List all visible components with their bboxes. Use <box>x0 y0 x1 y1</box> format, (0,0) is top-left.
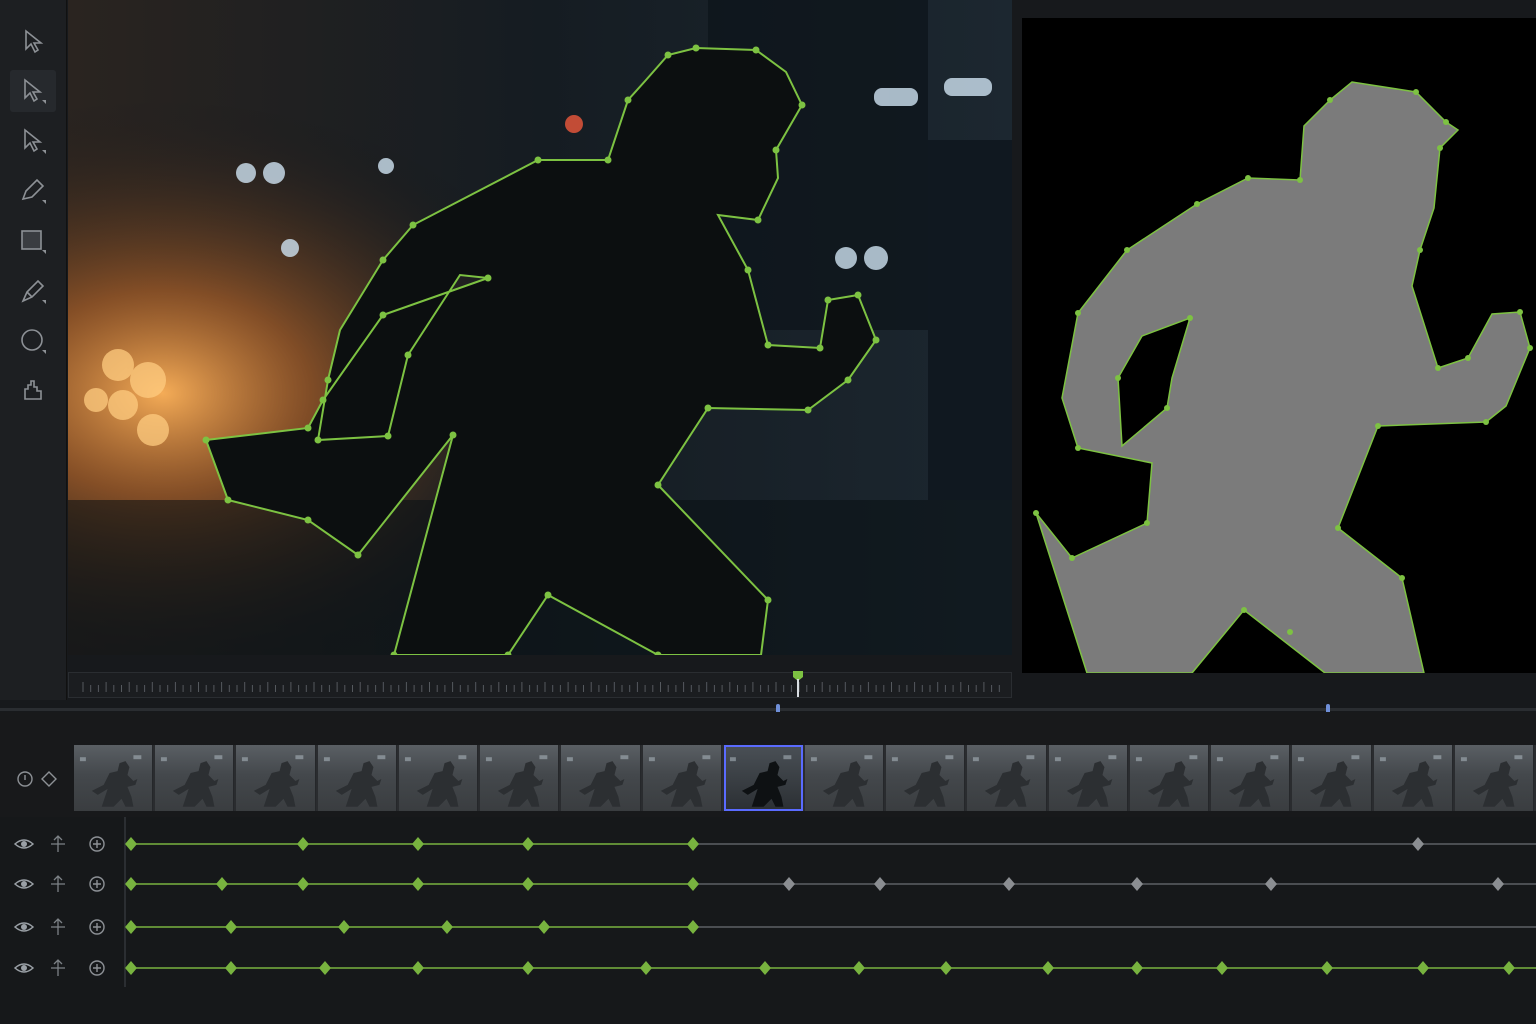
track-interpolation-toggle[interactable] <box>46 872 70 896</box>
tool-point-select[interactable] <box>10 120 56 162</box>
track-add-keyframe-button[interactable] <box>85 872 109 896</box>
filmstrip-frame[interactable] <box>723 745 803 811</box>
filmstrip-frame[interactable] <box>1048 745 1128 811</box>
track-add-keyframe-button[interactable] <box>85 915 109 939</box>
frame-thumbnail <box>1460 755 1523 807</box>
filmstrip-frame[interactable] <box>74 745 154 811</box>
frame-thumbnail <box>567 755 629 807</box>
filmstrip-frame[interactable] <box>317 745 397 811</box>
clock-icon <box>17 771 33 787</box>
frame-thumbnail <box>161 755 223 807</box>
scrub-playhead[interactable] <box>793 671 803 697</box>
frame-thumbnail <box>729 755 792 807</box>
tool-palette <box>0 0 67 700</box>
filmstrip-frame[interactable] <box>642 745 722 811</box>
filmstrip-frame[interactable] <box>886 745 966 811</box>
ellipse-mask-icon <box>21 329 46 354</box>
eye-icon <box>13 963 35 973</box>
filmstrip-frame[interactable] <box>155 745 235 811</box>
filmstrip-frame[interactable] <box>398 745 479 811</box>
add-circle-icon <box>89 876 105 892</box>
tool-pen[interactable] <box>10 170 56 212</box>
keyframe-tracks <box>0 817 1536 1024</box>
select-arrow-icon <box>25 29 44 54</box>
filmstrip-frame[interactable] <box>236 745 316 811</box>
track-interpolation-toggle[interactable] <box>46 915 70 939</box>
interpolation-icon <box>51 918 65 935</box>
track-visibility-toggle[interactable] <box>12 872 36 896</box>
main-viewer[interactable] <box>68 0 1012 655</box>
filmstrip-frame[interactable] <box>1129 745 1210 811</box>
filmstrip-frame[interactable] <box>1292 745 1372 811</box>
scrub-ticks <box>82 682 1000 692</box>
interpolation-icon <box>51 959 65 976</box>
track-interpolation-toggle[interactable] <box>46 956 70 980</box>
track-visibility-toggle[interactable] <box>12 956 36 980</box>
frame-thumbnail <box>404 755 467 807</box>
filmstrip-visibility-toggle[interactable] <box>14 768 36 794</box>
filmstrip-frame[interactable] <box>480 745 560 811</box>
tool-direct-select[interactable] <box>10 70 56 112</box>
tracks-gutter <box>124 817 126 987</box>
track-control-group <box>12 832 112 856</box>
frame-thumbnail <box>973 755 1035 807</box>
matte-canvas <box>1033 81 1533 673</box>
add-circle-icon <box>89 836 105 852</box>
track-add-keyframe-button[interactable] <box>85 832 109 856</box>
filmstrip-frame[interactable] <box>561 745 641 811</box>
frame-thumbnail <box>648 755 710 807</box>
frame-thumbnail <box>810 755 873 807</box>
filmstrip-frame[interactable] <box>967 745 1047 811</box>
diamond-icon <box>41 771 57 787</box>
track-control-group <box>12 915 112 939</box>
eye-icon <box>13 839 35 849</box>
frame-thumbnail <box>1054 755 1116 807</box>
eye-icon <box>13 922 35 932</box>
filmstrip-frame[interactable] <box>1373 745 1453 811</box>
frame-thumbnail <box>1298 755 1360 807</box>
interpolation-icon <box>51 835 65 852</box>
track-add-keyframe-button[interactable] <box>85 956 109 980</box>
rectangle-mask-icon <box>21 230 46 254</box>
frame-thumbnail <box>1379 755 1441 807</box>
frame-thumbnail <box>79 755 142 807</box>
hand-icon <box>24 380 42 400</box>
frame-thumbnail <box>1217 755 1279 807</box>
tool-select[interactable] <box>10 20 56 62</box>
frame-thumbnail <box>323 755 385 807</box>
viewer-canvas <box>68 0 1012 655</box>
tool-brush[interactable] <box>10 270 56 312</box>
interpolation-icon <box>51 875 65 892</box>
tool-ellipse[interactable] <box>10 320 56 362</box>
add-circle-icon <box>89 960 105 976</box>
eye-icon <box>13 879 35 889</box>
point-select-icon <box>24 128 46 154</box>
frame-thumbnail <box>1135 755 1198 807</box>
filmstrip-keyframe-toggle[interactable] <box>38 768 60 794</box>
track-control-group <box>12 872 112 896</box>
track-interpolation-toggle[interactable] <box>46 832 70 856</box>
frame-thumbnail <box>242 755 304 807</box>
tool-hand[interactable] <box>10 368 56 410</box>
track-visibility-toggle[interactable] <box>12 832 36 856</box>
direct-select-icon <box>24 78 46 104</box>
filmstrip[interactable] <box>74 745 1536 811</box>
tool-rectangle[interactable] <box>10 220 56 262</box>
filmstrip-frame[interactable] <box>1454 745 1534 811</box>
matte-preview[interactable] <box>1022 18 1536 673</box>
panel-divider[interactable] <box>0 708 1536 711</box>
brush-icon <box>21 279 46 304</box>
frame-thumbnail <box>486 755 548 807</box>
track-control-group <box>12 956 112 980</box>
add-circle-icon <box>89 919 105 935</box>
filmstrip-frame[interactable] <box>1211 745 1291 811</box>
scrub-bar[interactable] <box>68 671 1012 698</box>
pen-icon <box>21 178 46 204</box>
frame-thumbnail <box>892 755 954 807</box>
filmstrip-frame[interactable] <box>805 745 885 811</box>
track-visibility-toggle[interactable] <box>12 915 36 939</box>
